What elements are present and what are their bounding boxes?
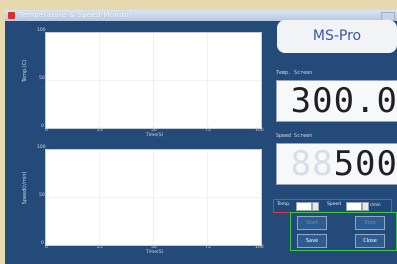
window-title: Temperature & Speed Monitor bbox=[19, 11, 133, 19]
speed-chart-xtick: 100 bbox=[255, 245, 264, 250]
speed-setpoint-input[interactable] bbox=[346, 202, 362, 211]
temperature-chart-xtick: 0 bbox=[45, 128, 48, 133]
speed-param-label: Speed bbox=[327, 202, 342, 207]
brand-badge: MS-Pro bbox=[277, 20, 397, 53]
temp-screen-label: Temp. Screen bbox=[276, 70, 313, 76]
speed-chart-plot-area bbox=[45, 149, 262, 246]
speed-display-digits: 88500 bbox=[291, 146, 397, 182]
speed-unit-label: r/min bbox=[370, 202, 381, 207]
speed-chart-xtick: 0 bbox=[45, 245, 48, 250]
temperature-chart-xtick: 100 bbox=[255, 128, 264, 133]
temperature-chart-xlabel: Time(S) bbox=[146, 133, 164, 138]
parameters-panel: Temp. Speed r/min bbox=[273, 199, 392, 213]
speed-chart: Speed(r/min) 100 50 0 0 25 50 75 100 Tim… bbox=[15, 145, 265, 255]
start-button[interactable]: Start bbox=[297, 216, 327, 230]
temperature-chart: Temp.(C) 100 50 0 0 25 50 75 100 Time(S) bbox=[15, 28, 265, 138]
speed-display-ghost-digits: 88 bbox=[290, 144, 334, 184]
speed-chart-ylabel: Speed(r/min) bbox=[22, 171, 28, 205]
temp-display: 300.0 bbox=[276, 80, 397, 122]
temp-param-label: Temp. bbox=[277, 202, 291, 207]
speed-chart-ytick: 0 bbox=[41, 241, 44, 246]
speed-chart-grid bbox=[46, 150, 261, 245]
temperature-chart-xtick: 25 bbox=[97, 128, 103, 133]
save-button[interactable]: Save bbox=[297, 234, 327, 248]
temperature-chart-grid bbox=[46, 33, 261, 128]
temp-setpoint-dropdown[interactable] bbox=[312, 202, 319, 211]
speed-chart-xtick: 75 bbox=[205, 245, 211, 250]
temperature-chart-plot-area bbox=[45, 32, 262, 129]
temperature-chart-ytick: 0 bbox=[41, 124, 44, 129]
speed-screen-label: Speed Screen bbox=[276, 133, 313, 139]
temperature-chart-ylabel: Temp.(C) bbox=[22, 59, 28, 83]
controls-panel: Start Stop Save Close bbox=[290, 212, 397, 251]
speed-setpoint-dropdown[interactable] bbox=[362, 202, 369, 211]
temp-setpoint-input[interactable] bbox=[296, 202, 312, 211]
speed-chart-ytick: 50 bbox=[39, 193, 45, 198]
app-icon bbox=[8, 12, 15, 19]
speed-chart-xlabel: Time(S) bbox=[146, 250, 164, 255]
speed-display-value: 500 bbox=[333, 144, 397, 184]
temperature-chart-ytick: 50 bbox=[39, 76, 45, 81]
close-button[interactable]: Close bbox=[355, 234, 385, 248]
speed-chart-xtick: 25 bbox=[97, 245, 103, 250]
stop-button[interactable]: Stop bbox=[355, 216, 385, 230]
temperature-chart-xtick: 75 bbox=[205, 128, 211, 133]
temp-display-value: 300.0 bbox=[290, 81, 397, 121]
speed-display: 88500 bbox=[276, 143, 397, 185]
